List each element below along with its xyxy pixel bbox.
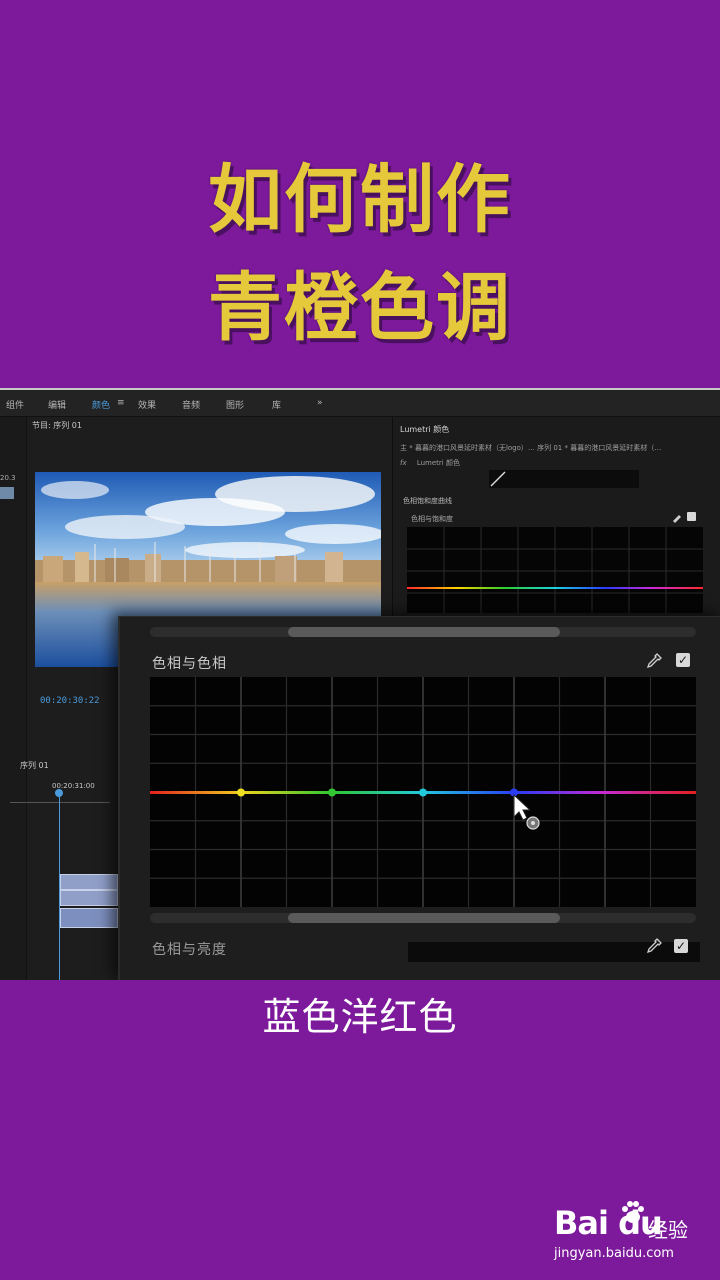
fx-icon: fx bbox=[400, 459, 407, 467]
premiere-screenshot: 组件 编辑 颜色 ≡ 效果 音频 图形 库 » 20.3 节目: 序列 01 0… bbox=[0, 388, 720, 980]
timeline-clip[interactable] bbox=[60, 890, 118, 906]
left-value: 20.3 bbox=[0, 474, 16, 482]
menu-item-library[interactable]: 库 bbox=[272, 398, 281, 411]
watermark-cn: 经验 bbox=[648, 1218, 688, 1242]
bottom-scrollbar[interactable] bbox=[150, 913, 696, 923]
left-panel-strip: 20.3 bbox=[0, 417, 27, 980]
curve-point-yellow[interactable] bbox=[237, 788, 245, 797]
playhead-handle-icon[interactable] bbox=[55, 789, 63, 797]
timeline-clip[interactable] bbox=[60, 874, 118, 890]
lumetri-small-controls[interactable] bbox=[671, 511, 697, 523]
workspace-menubar: 组件 编辑 颜色 ≡ 效果 音频 图形 库 » bbox=[0, 390, 720, 417]
menu-item-components[interactable]: 组件 bbox=[6, 398, 24, 411]
watermark-url: jingyan.baidu.com bbox=[554, 1246, 674, 1261]
hue-vs-hue-zoom-panel: 色相与色相 ✓ 色相与亮度 bbox=[118, 616, 720, 980]
hue-vs-hue-label: 色相与色相 bbox=[152, 656, 227, 672]
hue-vs-sat-label: 色相与饱和度 bbox=[411, 515, 453, 523]
menu-item-edit[interactable]: 编辑 bbox=[48, 398, 66, 411]
bottom-scrollbar-thumb[interactable] bbox=[288, 913, 560, 923]
lumetri-panel-title: Lumetri 颜色 bbox=[400, 425, 450, 434]
hue-vs-luma-checkbox[interactable]: ✓ bbox=[674, 939, 688, 953]
sequence-title: 序列 01 bbox=[20, 761, 49, 770]
hsl-curves-section[interactable]: 色相饱和度曲线 bbox=[403, 496, 452, 506]
lumetri-fx-label: Lumetri 颜色 bbox=[416, 459, 460, 467]
lumetri-source-row[interactable]: 主 * 暮暮的港口风景延时素材（无logo）… 序列 01 * 暮暮的港口风景延… bbox=[400, 443, 661, 453]
eyedropper-icon[interactable] bbox=[646, 653, 662, 669]
program-monitor-title: 节目: 序列 01 bbox=[32, 421, 82, 430]
eyedropper-icon[interactable] bbox=[646, 938, 662, 954]
menu-item-graphics[interactable]: 图形 bbox=[226, 398, 244, 411]
baidu-watermark: Bai du 经验 jingyan.baidu.com bbox=[552, 1198, 702, 1268]
lumetri-fx-row[interactable]: fx Lumetri 颜色 bbox=[400, 458, 460, 468]
top-scrollbar[interactable] bbox=[150, 627, 696, 637]
menu-item-effects[interactable]: 效果 bbox=[138, 398, 156, 411]
hue-vs-hue-graph[interactable] bbox=[150, 677, 696, 907]
timeline-clip[interactable] bbox=[60, 908, 118, 928]
curve-point-cyan[interactable] bbox=[419, 788, 427, 797]
menu-item-audio[interactable]: 音频 bbox=[182, 398, 200, 411]
subtitle-caption: 蓝色洋红色 bbox=[262, 995, 458, 1039]
title-line-2: 青橙色调 bbox=[208, 265, 512, 351]
hue-vs-sat-graph[interactable] bbox=[407, 527, 703, 613]
menu-separator-icon: ≡ bbox=[117, 398, 125, 408]
title-line-1: 如何制作 bbox=[208, 157, 512, 243]
program-timecode[interactable]: 00:20:30:22 bbox=[40, 696, 100, 706]
curve-point-green[interactable] bbox=[328, 788, 336, 797]
top-scrollbar-thumb[interactable] bbox=[288, 627, 560, 637]
hue-vs-hue-checkbox[interactable]: ✓ bbox=[676, 653, 690, 667]
menu-more-button[interactable]: » bbox=[317, 398, 323, 408]
menu-item-color[interactable]: 颜色 bbox=[92, 398, 110, 411]
baidu-paw-icon bbox=[622, 1201, 644, 1223]
left-panel-selection bbox=[0, 487, 14, 499]
curve-preview bbox=[489, 470, 639, 488]
hue-vs-luma-label: 色相与亮度 bbox=[152, 942, 227, 958]
